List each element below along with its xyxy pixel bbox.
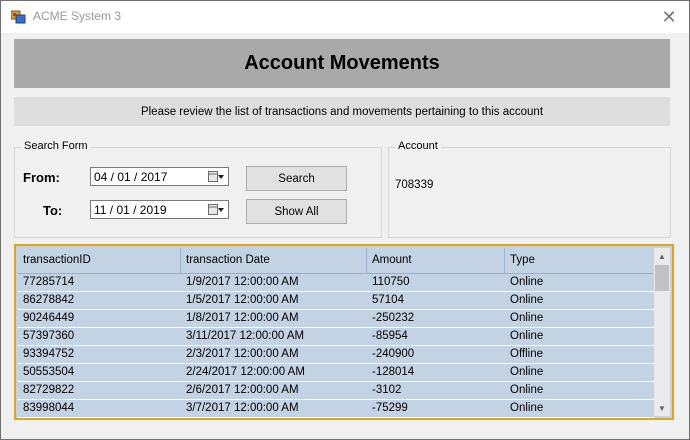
column-divider[interactable] <box>366 248 367 273</box>
cell-transaction-id: 77285714 <box>23 276 75 288</box>
column-header-transaction-date[interactable]: transaction Date <box>186 254 270 266</box>
search-form-group: Search Form <box>14 140 382 238</box>
table-row[interactable]: 546963331/18/2017 12:00:00 AM-284558Onli… <box>18 418 654 420</box>
to-date-picker[interactable]: 11 / 01 / 2019 <box>90 200 229 219</box>
cell-type: Online <box>510 366 544 378</box>
cell-transaction-date: 2/6/2017 12:00:00 AM <box>186 384 299 396</box>
cell-transaction-date: 2/3/2017 12:00:00 AM <box>186 348 299 360</box>
table-row[interactable]: 90246449 1/8/2017 12:00:00 AM -250232 Onlin… <box>18 310 654 328</box>
search-form-legend: Search Form <box>21 140 91 152</box>
close-button[interactable]: ✕ <box>649 1 689 33</box>
account-number: 708339 <box>395 179 434 191</box>
calendar-dropdown-icon[interactable] <box>208 171 224 182</box>
cell-amount: -250232 <box>372 312 415 324</box>
grid-body: transactionID transaction Date Amount Ty… <box>18 248 654 420</box>
cell-transaction-date: 3/11/2017 12:00:00 AM <box>186 330 305 342</box>
cell-type: Online <box>510 384 544 396</box>
cell-type: Online <box>510 402 544 414</box>
table-row[interactable]: 50553504 2/24/2017 12:00:00 AM -128014 Onli… <box>18 364 654 382</box>
cell-transaction-id: 86278842 <box>23 294 75 306</box>
cell-amount: -240900 <box>372 348 415 360</box>
cell-transaction-id: 50553504 <box>23 366 75 378</box>
scroll-down-icon[interactable]: ▼ <box>654 400 670 416</box>
from-date-value: 04 / 01 / 2017 <box>94 170 168 184</box>
scroll-thumb[interactable] <box>655 265 669 291</box>
grid-header: transactionID transaction Date Amount Ty… <box>18 248 654 274</box>
from-label: From: <box>23 170 60 185</box>
title-bar[interactable]: ACME System 3 ✕ <box>1 1 689 33</box>
table-row[interactable]: 57397360 3/11/2017 12:00:00 AM -85954 Onlin… <box>18 328 654 346</box>
to-date-value: 11 / 01 / 2019 <box>94 203 167 217</box>
transactions-grid[interactable]: transactionID transaction Date Amount Ty… <box>14 244 674 420</box>
table-row[interactable]: 83998044 3/7/2017 12:00:00 AM -75299 Online <box>18 400 654 418</box>
cell-transaction-id: 82729822 <box>23 384 75 396</box>
table-row[interactable]: 86278842 1/5/2017 12:00:00 AM 57104 Online <box>18 292 654 310</box>
table-row[interactable]: 77285714 1/9/2017 12:00:00 AM 110750 Online <box>18 274 654 292</box>
search-button[interactable]: Search <box>246 166 347 191</box>
cell-type: Online <box>510 276 544 288</box>
cell-transaction-id: 83998044 <box>23 402 75 414</box>
cell-transaction-date: 2/24/2017 12:00:00 AM <box>186 366 305 378</box>
cell-transaction-date: 1/9/2017 12:00:00 AM <box>186 276 299 288</box>
cell-transaction-id: 93394752 <box>23 348 75 360</box>
close-icon: ✕ <box>661 6 677 27</box>
cell-transaction-id: 57397360 <box>23 330 75 342</box>
cell-amount: -3102 <box>372 384 402 396</box>
cell-transaction-date: 1/5/2017 12:00:00 AM <box>186 294 299 306</box>
cell-transaction-date: 1/8/2017 12:00:00 AM <box>186 312 299 324</box>
scroll-up-icon[interactable]: ▲ <box>654 248 670 264</box>
table-row[interactable]: 93394752 2/3/2017 12:00:00 AM -240900 Offli… <box>18 346 654 364</box>
table-row[interactable]: 82729822 2/6/2017 12:00:00 AM -3102 Online <box>18 382 654 400</box>
cell-type: Online <box>510 294 544 306</box>
cell-amount: 110750 <box>372 276 410 288</box>
main-window: ACME System 3 ✕ Account Movements Please… <box>0 0 690 440</box>
cell-amount: 57104 <box>372 294 404 306</box>
show-all-button[interactable]: Show All <box>246 199 347 224</box>
cell-amount: -75299 <box>372 402 408 414</box>
cell-type: Online <box>510 312 544 324</box>
app-icon <box>11 10 26 24</box>
account-legend: Account <box>395 140 441 152</box>
cell-type: Online <box>510 330 544 342</box>
cell-transaction-date: 3/7/2017 12:00:00 AM <box>186 402 299 414</box>
column-header-amount[interactable]: Amount <box>372 254 412 266</box>
grid-rows: 77285714 1/9/2017 12:00:00 AM 110750 Online… <box>18 274 654 420</box>
page-subtitle: Please review the list of transactions a… <box>14 97 670 126</box>
cell-type: Offline <box>510 348 544 360</box>
page-title: Account Movements <box>14 39 670 88</box>
to-label: To: <box>43 203 63 218</box>
column-divider[interactable] <box>504 248 505 273</box>
cell-amount: -85954 <box>372 330 408 342</box>
from-date-picker[interactable]: 04 / 01 / 2017 <box>90 167 229 186</box>
column-header-transaction-id[interactable]: transactionID <box>23 254 91 266</box>
column-divider[interactable] <box>180 248 181 273</box>
window-title: ACME System 3 <box>33 9 122 23</box>
calendar-dropdown-icon[interactable] <box>208 204 224 215</box>
cell-transaction-id: 90246449 <box>23 312 75 324</box>
vertical-scrollbar[interactable]: ▲ ▼ <box>654 248 670 416</box>
account-group: Account <box>388 140 671 238</box>
cell-amount: -128014 <box>372 366 415 378</box>
column-header-type[interactable]: Type <box>510 254 535 266</box>
